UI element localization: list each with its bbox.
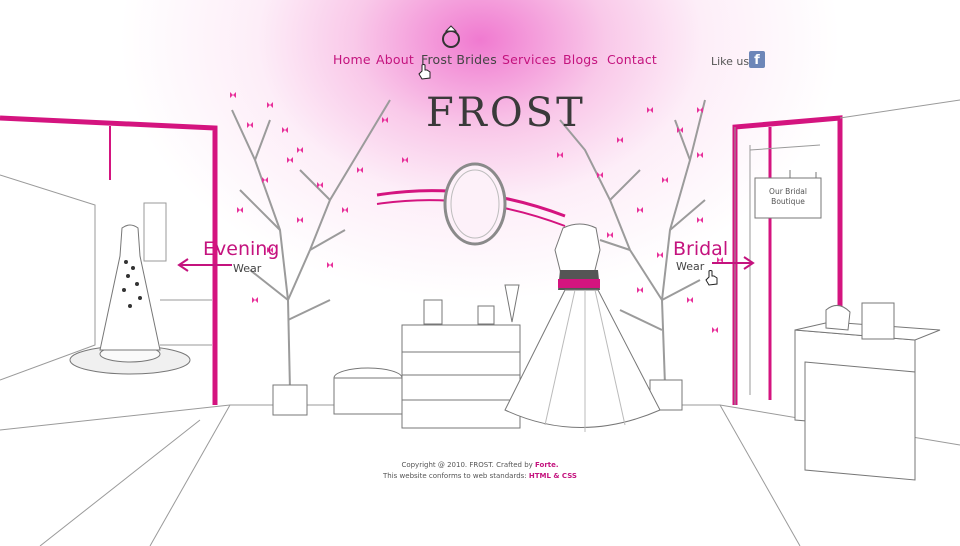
mirror [376,162,566,246]
facebook-icon[interactable]: f [749,51,765,68]
shoe-shelf [401,284,521,429]
butterfly-icon [342,207,348,213]
nav-contact[interactable]: Contact [607,52,657,67]
standards-text: This website conforms to web standards: [383,472,527,480]
right-fitting-room [732,99,960,481]
sign-line-1: Our Bridal [769,187,807,196]
butterfly-icon [402,157,408,163]
nav-services[interactable]: Services [502,52,556,67]
forte-link[interactable]: Forte. [535,461,559,469]
butterfly-icon [267,102,273,108]
bridal-wear-subtitle[interactable]: Wear [676,260,704,273]
butterfly-icon [647,107,653,113]
butterfly-icon [252,297,258,303]
nav-home[interactable]: Home [333,52,371,67]
butterfly-icon [697,152,703,158]
hand-cursor-icon [418,64,431,80]
butterfly-icon [382,117,388,123]
butterfly-icon [247,122,253,128]
hand-cursor-icon [705,270,718,286]
nav-blogs[interactable]: Blogs [563,52,598,67]
butterfly-icon [662,177,668,183]
nav-about[interactable]: About [376,52,414,67]
tree-left-pot [272,384,308,416]
counter [794,321,941,481]
butterfly-icon [317,182,323,188]
butterfly-icon [607,232,613,238]
arrow-right-icon[interactable] [710,256,756,270]
copyright-text: Copyright @ 2010. FROST. Crafted by [401,461,533,469]
ottoman-base [333,377,403,415]
butterfly-icon [712,327,718,333]
evening-wear-subtitle[interactable]: Wear [233,262,261,275]
site-logo[interactable]: FROST [426,90,583,136]
sign-line-2: Boutique [771,197,805,206]
footer-line-2: This website conforms to web standards: … [330,471,630,482]
butterfly-icon [297,217,303,223]
butterfly-icon [657,252,663,258]
wedding-dress [504,223,661,432]
ring-icon [442,25,460,48]
butterfly-icon [287,157,293,163]
like-us-text: Like us [711,55,750,68]
butterfly-icon [230,92,236,98]
butterfly-icon [282,127,288,133]
boutique-scene: Home About Frost Brides Services Blogs C… [0,0,960,546]
html-css-link[interactable]: HTML & CSS [529,472,577,480]
nav-frost-brides[interactable]: Frost Brides [421,52,497,67]
boutique-sign-text: Our Bridal Boutique [760,187,816,207]
butterfly-icon [617,137,623,143]
arrow-left-icon[interactable] [176,258,234,272]
butterfly-icon [327,262,333,268]
evening-wear-title[interactable]: Evening [203,238,279,260]
butterfly-icon [637,287,643,293]
butterfly-icon [357,167,363,173]
butterfly-icon [557,152,563,158]
footer-line-1: Copyright @ 2010. FROST. Crafted by Fort… [330,460,630,471]
butterfly-icon [697,217,703,223]
butterfly-icon [687,297,693,303]
butterfly-icon [262,177,268,183]
butterfly-icon [637,207,643,213]
main-navigation: Home About Frost Brides Services Blogs C… [0,52,960,74]
butterfly-icon [297,147,303,153]
butterfly-icon [237,207,243,213]
footer: Copyright @ 2010. FROST. Crafted by Fort… [330,460,630,482]
